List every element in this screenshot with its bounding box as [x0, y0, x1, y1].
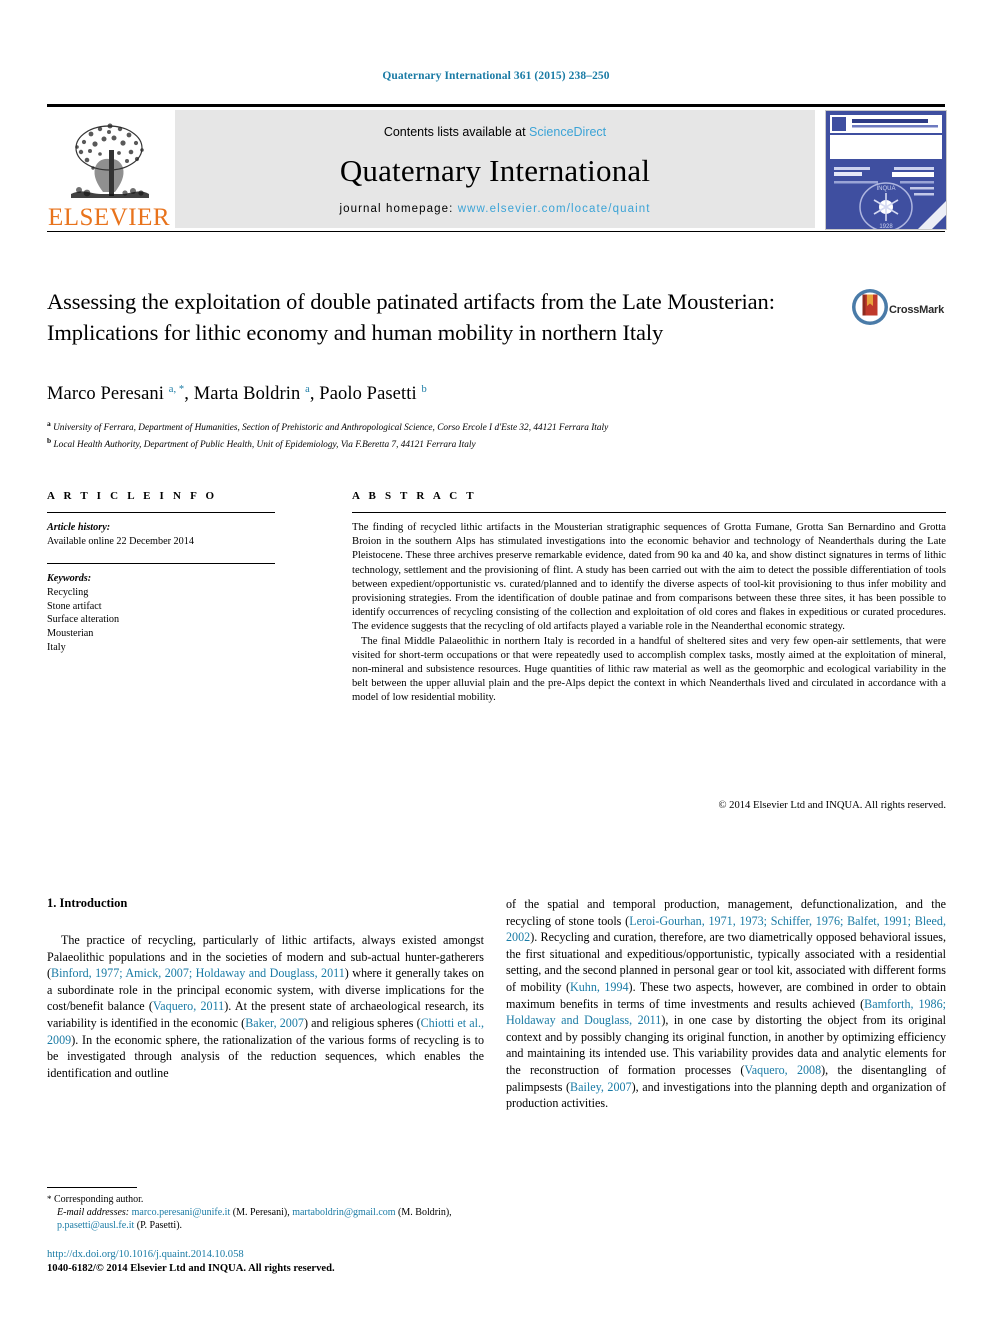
body-column-right: of the spatial and temporal production, …: [506, 897, 947, 1111]
affiliation-list: a University of Ferrara, Department of H…: [47, 418, 927, 451]
page-title: Assessing the exploitation of double pat…: [47, 289, 775, 345]
masthead-bottom-rule: [47, 231, 945, 232]
article-info-heading: A R T I C L E I N F O: [47, 490, 218, 502]
email-link-3[interactable]: p.pasetti@ausl.fe.it: [57, 1220, 134, 1231]
article-history-value: Available online 22 December 2014: [47, 535, 194, 547]
elsevier-tree-icon: [71, 123, 149, 198]
affiliation-text-a: University of Ferrara, Department of Hum…: [53, 423, 609, 434]
corresponding-author-note: * Corresponding author.: [47, 1193, 484, 1206]
masthead-top-rule: [47, 104, 945, 107]
contents-lists-line: Contents lists available at ScienceDirec…: [384, 125, 606, 139]
contents-prefix: Contents lists available at: [383, 125, 530, 139]
email-link-2[interactable]: martaboldrin@gmail.com: [292, 1207, 395, 1218]
email-owner-1: (M. Peresani): [232, 1207, 288, 1219]
cover-artwork: INQUA 1928: [826, 111, 946, 229]
section-heading-introduction: 1. Introduction: [47, 896, 128, 910]
email-link-1[interactable]: marco.peresani@unife.it: [132, 1207, 231, 1218]
homepage-url-link[interactable]: www.elsevier.com/locate/quaint: [458, 203, 651, 215]
corresponding-author-text: Corresponding author.: [54, 1194, 144, 1205]
body-column-left: The practice of recycling, particularly …: [47, 933, 484, 1080]
keyword-item: Recycling: [47, 586, 89, 598]
author-list: Marco Peresani a, *, Marta Boldrin a, Pa…: [47, 384, 427, 405]
email-addresses-note: E-mail addresses: marco.peresani@unife.i…: [57, 1207, 452, 1232]
keywords-label: Keywords:: [47, 573, 92, 584]
homepage-prefix: journal homepage:: [339, 203, 458, 215]
email-addresses-label: E-mail addresses:: [57, 1207, 130, 1219]
keywords-rule: [47, 563, 275, 564]
article-history-label: Article history:: [47, 522, 111, 533]
crossmark-label: CrossMark: [889, 304, 945, 316]
footer-block: http://dx.doi.org/10.1016/j.quaint.2014.…: [47, 1248, 484, 1276]
journal-homepage-line: journal homepage: www.elsevier.com/locat…: [339, 203, 650, 215]
journal-title: Quaternary International: [339, 153, 651, 188]
affiliation-marker-a: a: [47, 419, 51, 428]
journal-cover-thumbnail: INQUA 1928: [825, 110, 947, 230]
journal-masthead: ELSEVIER Contents lists available at Sci…: [47, 104, 947, 234]
running-head: Quaternary International 361 (2015) 238–…: [382, 70, 610, 82]
elsevier-logo: ELSEVIER: [47, 110, 171, 230]
email-owner-3: (P. Pasetti): [136, 1220, 180, 1232]
article-info-rule: [47, 512, 275, 513]
keyword-item: Mousterian: [47, 628, 94, 640]
crossmark-badge[interactable]: CrossMark: [851, 288, 951, 334]
abstract-paragraph: The final Middle Palaeolithic in norther…: [352, 635, 946, 704]
article-history: Article history: Available online 22 Dec…: [47, 521, 277, 548]
abstract-body: The finding of recycled lithic artifacts…: [352, 521, 946, 706]
affiliation-text-b: Local Health Authority, Department of Pu…: [53, 439, 476, 450]
sciencedirect-link[interactable]: ScienceDirect: [529, 125, 606, 139]
title-block: Assessing the exploitation of double pat…: [47, 286, 847, 348]
abstract-copyright: © 2014 Elsevier Ltd and INQUA. All right…: [718, 800, 946, 811]
masthead-banner: Contents lists available at ScienceDirec…: [175, 110, 815, 228]
doi-link[interactable]: http://dx.doi.org/10.1016/j.quaint.2014.…: [47, 1248, 484, 1262]
footnote-block: * Corresponding author. E-mail addresses…: [47, 1193, 484, 1233]
keyword-item: Italy: [47, 641, 66, 653]
abstract-rule: [352, 512, 946, 513]
keyword-item: Surface alteration: [47, 614, 120, 626]
crossmark-icon: [852, 289, 888, 325]
journal-article-page: Quaternary International 361 (2015) 238–…: [0, 0, 992, 1323]
affiliation-marker-b: b: [47, 435, 52, 445]
svg-text:INQUA: INQUA: [876, 186, 895, 192]
email-owner-2: (M. Boldrin): [398, 1207, 450, 1219]
svg-text:1928: 1928: [879, 224, 893, 229]
affiliation-b: b Local Health Authority, Department of …: [47, 435, 927, 452]
abstract-heading: A B S T R A C T: [352, 490, 477, 502]
keywords-block: Keywords: Recycling Stone artifact Surfa…: [47, 572, 277, 655]
keyword-item: Stone artifact: [47, 600, 102, 612]
abstract-paragraph: The finding of recycled lithic artifacts…: [352, 522, 946, 633]
asterisk-icon: *: [47, 1194, 52, 1204]
footnote-rule: [47, 1187, 137, 1188]
issn-copyright-line: 1040-6182/© 2014 Elsevier Ltd and INQUA.…: [47, 1263, 335, 1274]
elsevier-wordmark: ELSEVIER: [47, 204, 171, 231]
affiliation-a: a University of Ferrara, Department of H…: [47, 418, 927, 435]
